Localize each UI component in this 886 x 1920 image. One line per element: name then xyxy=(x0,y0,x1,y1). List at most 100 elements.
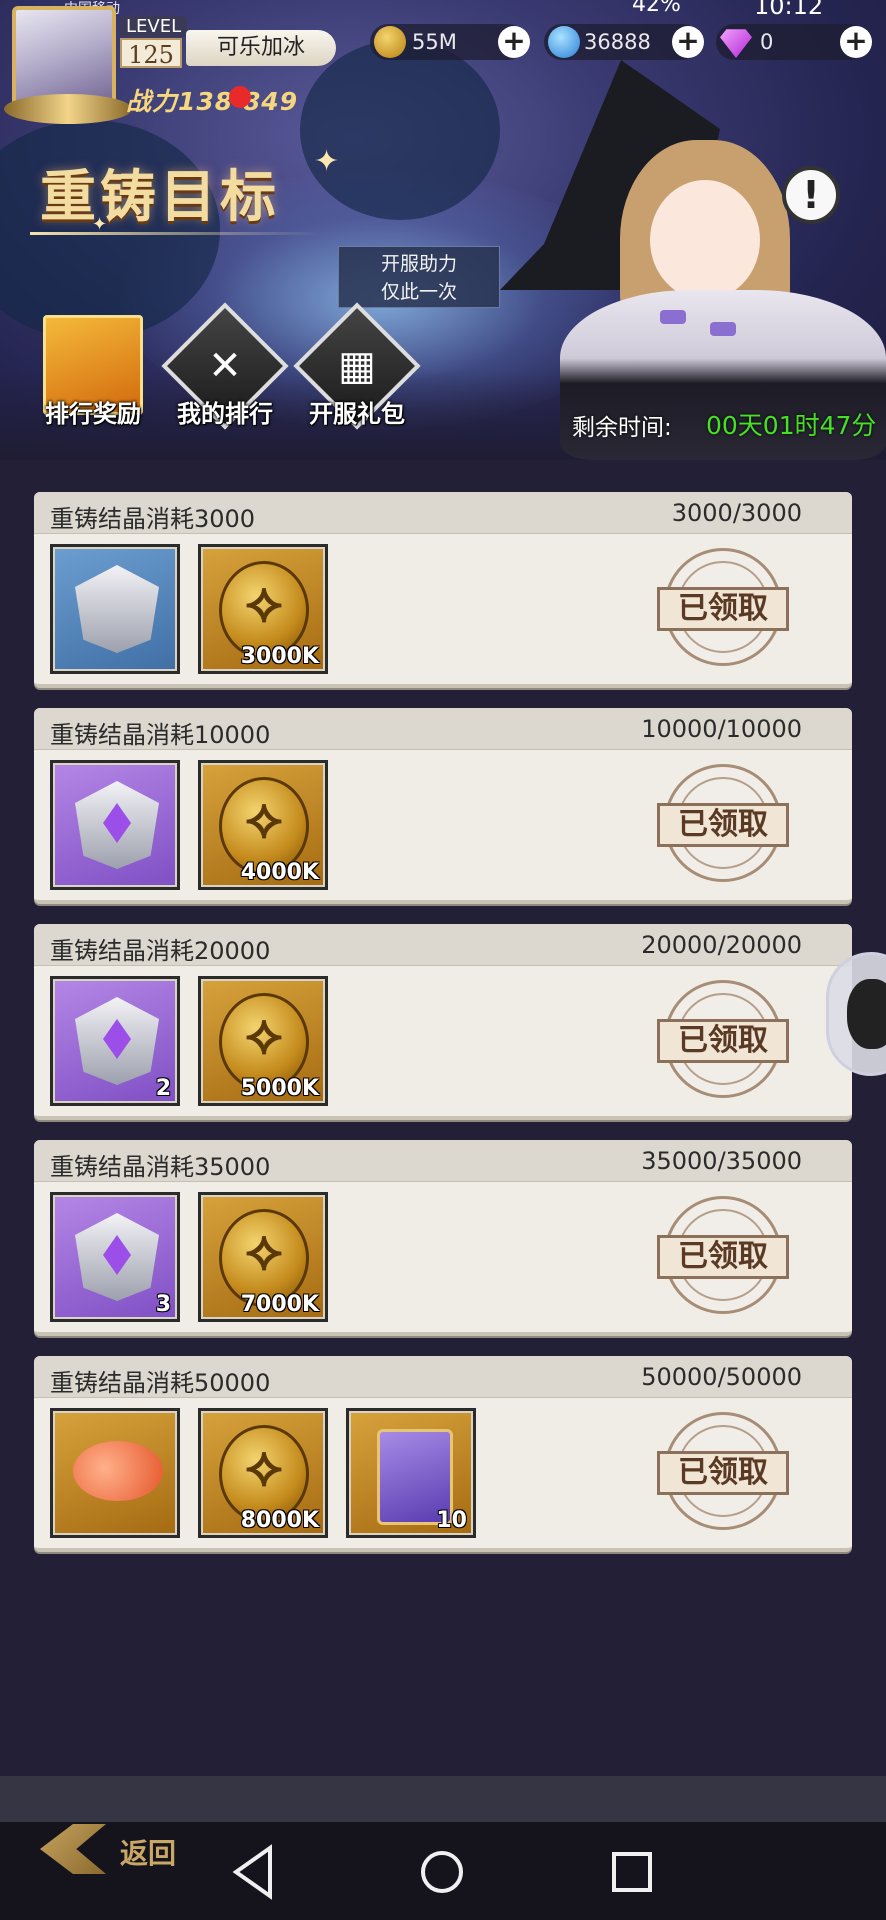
promo-line-1: 开服助力 xyxy=(380,253,457,275)
gold-coin-icon xyxy=(374,26,406,58)
title-underline xyxy=(30,232,320,235)
event-banner: 中国移动 42% 10:12 LEVEL 125 可乐加冰 战力138 849 … xyxy=(0,0,886,460)
task-header: 重铸结晶消耗3000 3000/3000 xyxy=(34,492,852,534)
reward-count: 10 xyxy=(436,1508,467,1533)
info-button[interactable]: ! xyxy=(782,166,840,224)
reward-count: 2 xyxy=(155,1076,171,1101)
sparkle-icon: ✦ xyxy=(92,214,108,235)
claimed-label: 已领取 xyxy=(657,803,789,847)
nav-back-icon[interactable] xyxy=(232,1844,272,1900)
task-title: 重铸结晶消耗10000 xyxy=(50,721,271,749)
character-ribbon xyxy=(710,322,736,336)
rank-badge-icon xyxy=(75,565,159,653)
footer-bar xyxy=(0,1776,886,1822)
reward-item-badge[interactable]: 2 xyxy=(50,976,180,1106)
reward-item-fish[interactable] xyxy=(50,1408,180,1538)
countdown-value: 00天01时47分 xyxy=(706,411,877,440)
diamond-resource: 0 + xyxy=(716,24,872,60)
task-progress: 50000/50000 xyxy=(641,1363,802,1391)
tab-label: 我的排行 xyxy=(177,400,273,428)
claimed-label: 已领取 xyxy=(657,587,789,631)
avatar-wings-frame xyxy=(4,94,132,124)
claimed-stamp: 已领取 xyxy=(657,548,789,666)
tab-my-rank[interactable]: ✕ 我的排行 xyxy=(161,302,289,430)
task-title: 重铸结晶消耗35000 xyxy=(50,1153,271,1181)
claimed-stamp: 已领取 xyxy=(657,764,789,882)
reward-item-gold[interactable]: ⟡ 4000K xyxy=(198,760,328,890)
tab-gift-pack[interactable]: ▦ 开服礼包 xyxy=(293,302,421,430)
nav-recents-icon[interactable] xyxy=(612,1852,652,1892)
task-progress: 10000/10000 xyxy=(641,715,802,743)
claimed-stamp: 已领取 xyxy=(657,1412,789,1530)
tab-rank-rewards[interactable]: 排行奖励 xyxy=(38,315,148,430)
crystal-icon xyxy=(548,26,580,58)
page-title: 重铸目标 xyxy=(40,164,280,230)
reward-count: 3 xyxy=(155,1292,171,1317)
penguin-icon xyxy=(847,979,886,1049)
reward-count: 8000K xyxy=(240,1508,319,1533)
task-progress: 3000/3000 xyxy=(671,499,802,527)
task-card: 重铸结晶消耗50000 50000/50000 ⟡ 8000K 10 已领取 xyxy=(34,1356,852,1552)
claimed-label: 已领取 xyxy=(657,1019,789,1063)
reward-item-gold[interactable]: ⟡ 7000K xyxy=(198,1192,328,1322)
add-diamond-button[interactable]: + xyxy=(840,26,872,58)
task-card: 重铸结晶消耗10000 10000/10000 ⟡ 4000K 已领取 xyxy=(34,708,852,904)
tab-label: 开服礼包 xyxy=(309,400,405,428)
task-title: 重铸结晶消耗50000 xyxy=(50,1369,271,1397)
countdown-label: 剩余时间: xyxy=(572,415,672,441)
reward-item-badge[interactable]: 3 xyxy=(50,1192,180,1322)
reward-item-badge[interactable] xyxy=(50,544,180,674)
add-gold-button[interactable]: + xyxy=(498,26,530,58)
gold-resource: 55M + xyxy=(370,24,530,60)
notification-dot xyxy=(229,86,251,108)
banner-tree xyxy=(300,40,500,220)
diamond-value: 0 xyxy=(760,30,774,54)
power-label: 战力 xyxy=(126,87,179,116)
player-avatar[interactable] xyxy=(4,6,132,124)
reward-count: 3000K xyxy=(240,644,319,669)
task-title: 重铸结晶消耗20000 xyxy=(50,937,271,965)
task-progress: 20000/20000 xyxy=(641,931,802,959)
reward-count: 7000K xyxy=(240,1292,319,1317)
status-time: 10:12 xyxy=(754,0,824,20)
back-arrow-icon xyxy=(40,1824,106,1874)
task-header: 重铸结晶消耗20000 20000/20000 xyxy=(34,924,852,966)
reward-item-gold[interactable]: ⟡ 5000K xyxy=(198,976,328,1106)
floating-assistant-button[interactable] xyxy=(826,952,886,1076)
character-face xyxy=(650,180,760,300)
claimed-stamp: 已领取 xyxy=(657,980,789,1098)
promo-badge: 开服助力 仅此一次 xyxy=(338,246,500,308)
reward-item-gold[interactable]: ⟡ 8000K xyxy=(198,1408,328,1538)
sparkle-icon: ✦ xyxy=(314,144,340,179)
app-root: 中国移动 42% 10:12 LEVEL 125 可乐加冰 战力138 849 … xyxy=(0,0,886,1920)
crystal-value: 36888 xyxy=(584,30,651,54)
task-header: 重铸结晶消耗10000 10000/10000 xyxy=(34,708,852,750)
task-card: 重铸结晶消耗35000 35000/35000 3 ⟡ 7000K 已领取 xyxy=(34,1140,852,1336)
task-header: 重铸结晶消耗50000 50000/50000 xyxy=(34,1356,852,1398)
reward-item-book[interactable]: 10 xyxy=(346,1408,476,1538)
gold-value: 55M xyxy=(412,30,457,54)
character-illustration xyxy=(500,60,886,460)
player-level: 125 xyxy=(120,38,182,69)
status-bar: 中国移动 42% 10:12 xyxy=(0,0,886,20)
task-card: 重铸结晶消耗20000 20000/20000 2 ⟡ 5000K 已领取 xyxy=(34,924,852,1120)
status-battery: 42% xyxy=(632,0,681,17)
task-title: 重铸结晶消耗3000 xyxy=(50,505,256,533)
nav-home-icon[interactable] xyxy=(421,1851,463,1893)
task-card: 重铸结晶消耗3000 3000/3000 ⟡ 3000K 已领取 xyxy=(34,492,852,688)
back-button[interactable]: 返回 xyxy=(40,1824,200,1874)
promo-line-2: 仅此一次 xyxy=(380,281,457,303)
level-tag: LEVEL xyxy=(120,16,188,37)
reward-item-badge[interactable] xyxy=(50,760,180,890)
claimed-label: 已领取 xyxy=(657,1451,789,1495)
reward-item-gold[interactable]: ⟡ 3000K xyxy=(198,544,328,674)
tab-label: 排行奖励 xyxy=(45,400,141,428)
claimed-stamp: 已领取 xyxy=(657,1196,789,1314)
reward-count: 5000K xyxy=(240,1076,319,1101)
back-label: 返回 xyxy=(120,1837,177,1870)
fish-icon xyxy=(73,1441,163,1501)
add-crystal-button[interactable]: + xyxy=(672,26,704,58)
reward-count: 4000K xyxy=(240,860,319,885)
character-ribbon xyxy=(660,310,686,324)
claimed-label: 已领取 xyxy=(657,1235,789,1279)
